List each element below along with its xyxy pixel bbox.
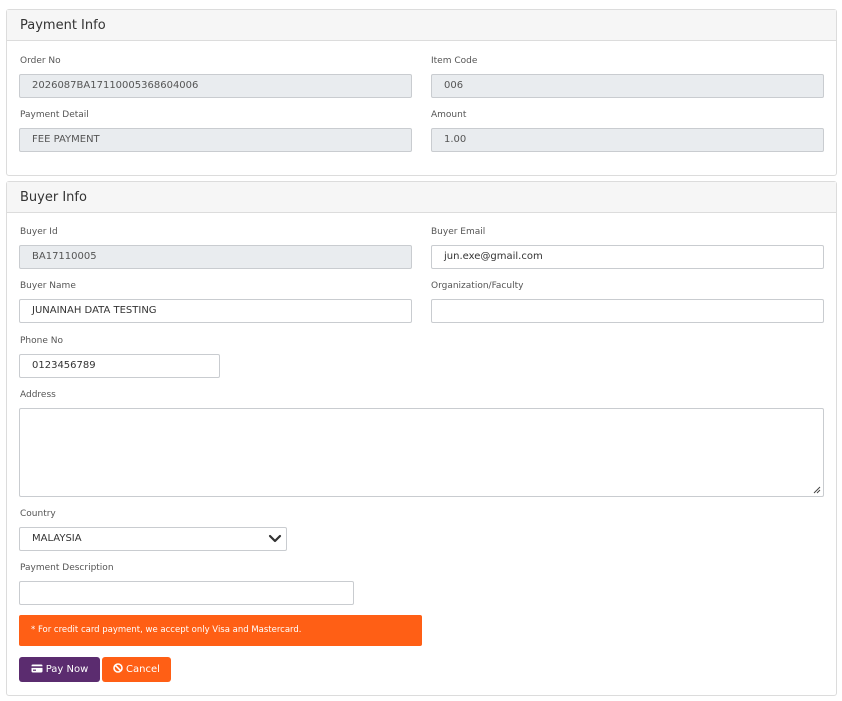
chevron-down-icon: [268, 534, 282, 543]
organization-label: Organization/Faculty: [431, 281, 524, 291]
credit-card-notice: * For credit card payment, we accept onl…: [19, 615, 422, 646]
cancel-label: Cancel: [126, 664, 160, 675]
phone-no-field[interactable]: 0123456789: [19, 354, 220, 378]
cancel-button[interactable]: Cancel: [102, 657, 171, 682]
amount-field[interactable]: 1.00: [431, 128, 824, 152]
buyer-email-field[interactable]: jun.exe@gmail.com: [431, 245, 824, 269]
pay-now-label: Pay Now: [45, 664, 89, 675]
buyer-info-title: Buyer Info: [7, 182, 836, 213]
item-code-label: Item Code: [431, 56, 478, 66]
order-no-field[interactable]: 2026087BA17110005368604006: [19, 74, 412, 98]
resize-grip-icon[interactable]: [813, 486, 821, 494]
payment-description-field[interactable]: [19, 581, 354, 605]
credit-card-icon: [31, 664, 43, 672]
item-code-field[interactable]: 006: [431, 74, 824, 98]
buyer-id-field[interactable]: BA17110005: [19, 245, 412, 269]
payment-description-label: Payment Description: [20, 563, 114, 573]
organization-field[interactable]: [431, 299, 824, 323]
ban-icon: [113, 663, 123, 673]
pay-now-button[interactable]: Pay Now: [19, 657, 100, 682]
buyer-id-label: Buyer Id: [20, 227, 58, 237]
amount-label: Amount: [431, 110, 467, 120]
payment-info-title: Payment Info: [7, 10, 836, 41]
payment-detail-label: Payment Detail: [20, 110, 89, 120]
phone-no-label: Phone No: [20, 336, 63, 346]
buyer-name-field[interactable]: JUNAINAH DATA TESTING: [19, 299, 412, 323]
payment-detail-field[interactable]: FEE PAYMENT: [19, 128, 412, 152]
country-label: Country: [20, 509, 56, 519]
country-select[interactable]: MALAYSIA: [19, 527, 287, 551]
address-label: Address: [20, 390, 56, 400]
address-textarea[interactable]: [19, 408, 824, 497]
buyer-name-label: Buyer Name: [20, 281, 76, 291]
order-no-label: Order No: [20, 56, 61, 66]
buyer-email-label: Buyer Email: [431, 227, 486, 237]
